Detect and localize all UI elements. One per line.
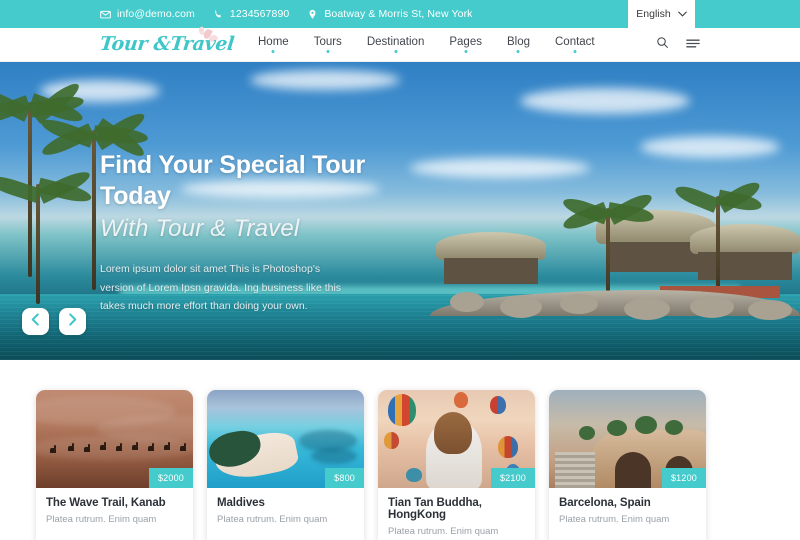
language-selector[interactable]: English (628, 0, 695, 28)
tour-card-image: $2000 (36, 390, 193, 488)
shore-rock (624, 298, 670, 320)
hero-content: Find Your Special Tour Today With Tour &… (100, 150, 430, 315)
tour-card-price: $800 (325, 468, 364, 488)
shore-rock (450, 292, 484, 312)
hamburger-menu-icon[interactable] (686, 36, 700, 54)
tour-card-title: Barcelona, Spain (559, 497, 651, 509)
tour-card-image: $2100 (378, 390, 535, 488)
map-pin-icon (307, 9, 318, 20)
nav-item-tours[interactable]: Tours (314, 36, 342, 53)
search-icon[interactable] (656, 36, 669, 54)
chevron-left-icon (30, 312, 41, 331)
main-navigation-bar: Tour &Travel Home Tours Destination Page… (0, 25, 800, 62)
cloud-shape (640, 136, 780, 158)
tour-card-body: Tian Tan Buddha, HongKong Platea rutrum.… (378, 488, 535, 540)
nav-item-pages[interactable]: Pages (449, 36, 482, 53)
nav-icon-group (656, 36, 700, 54)
tour-card[interactable]: $800 Maldives Platea rutrum. Enim quam (207, 390, 364, 540)
tour-card-title: Tian Tan Buddha, HongKong (388, 497, 482, 521)
site-logo[interactable]: Tour &Travel (99, 25, 235, 60)
tour-card-price: $1200 (661, 468, 706, 488)
tour-card-body: Barcelona, Spain Platea rutrum. Enim qua… (549, 488, 706, 537)
tour-card-body: Maldives Platea rutrum. Enim quam (207, 488, 364, 537)
hero-carousel-controls (22, 308, 86, 335)
shore-rock (560, 294, 598, 314)
topbar-phone-text: 1234567890 (229, 8, 290, 20)
tour-card-price: $2100 (490, 468, 535, 488)
nav-menu: Home Tours Destination Pages Blog Contac… (258, 36, 595, 53)
tour-card-title: The Wave Trail, Kanab (46, 497, 166, 509)
tour-cards-row: $2000 The Wave Trail, Kanab Platea rutru… (0, 390, 800, 540)
tour-card-description: Platea rutrum. Enim quam (217, 514, 328, 525)
tour-card-description: Platea rutrum. Enim quam (559, 514, 670, 525)
chevron-down-icon (677, 8, 687, 20)
shore-rock (500, 296, 542, 318)
tour-card[interactable]: $2000 The Wave Trail, Kanab Platea rutru… (36, 390, 193, 540)
topbar-address[interactable]: Boatway & Morris St, New York (307, 8, 472, 20)
cloud-shape (410, 158, 590, 178)
phone-icon (213, 9, 224, 20)
thatched-hut (436, 232, 546, 294)
carousel-next-button[interactable] (59, 308, 86, 335)
topbar-phone[interactable]: 1234567890 (213, 8, 289, 20)
tour-card[interactable]: $1200 Barcelona, Spain Platea rutrum. En… (549, 390, 706, 540)
envelope-icon (100, 9, 111, 20)
tour-card-description: Platea rutrum. Enim quam (46, 514, 157, 525)
tour-card-image: $800 (207, 390, 364, 488)
top-contact-group: info@demo.com 1234567890 Boatway & Morri… (100, 8, 473, 20)
cloud-shape (250, 70, 400, 90)
tour-card-title: Maldives (217, 497, 265, 509)
topbar-email[interactable]: info@demo.com (100, 8, 195, 20)
hero-subtitle: With Tour & Travel (100, 215, 300, 242)
site-logo-text: Tour &Travel (98, 32, 236, 55)
nav-item-contact[interactable]: Contact (555, 36, 595, 53)
tour-card-description: Platea rutrum. Enim quam (388, 526, 499, 537)
shore-rock (748, 300, 792, 320)
hero-description: Lorem ipsum dolor sit amet This is Photo… (100, 263, 342, 312)
nav-item-home[interactable]: Home (258, 36, 289, 53)
topbar-address-text: Boatway & Morris St, New York (324, 8, 473, 20)
hero-banner: Tijdsgevoel Find Your Special Tour Today… (0, 62, 800, 360)
nav-item-blog[interactable]: Blog (507, 36, 530, 53)
carousel-prev-button[interactable] (22, 308, 49, 335)
palm-tree (672, 168, 792, 300)
language-selector-label: English (636, 8, 671, 20)
hero-title: Find Your Special Tour Today (100, 151, 366, 210)
top-contact-bar: info@demo.com 1234567890 Boatway & Morri… (0, 0, 800, 28)
cloud-shape (520, 88, 690, 114)
tour-card-image: $1200 (549, 390, 706, 488)
tour-card-body: The Wave Trail, Kanab Platea rutrum. Eni… (36, 488, 193, 537)
tour-card-price: $2000 (148, 468, 193, 488)
tour-card[interactable]: $2100 Tian Tan Buddha, HongKong Platea r… (378, 390, 535, 540)
nav-item-destination[interactable]: Destination (367, 36, 425, 53)
featured-tours-section: $2000 The Wave Trail, Kanab Platea rutru… (0, 360, 800, 540)
palm-tree (560, 182, 680, 304)
chevron-right-icon (67, 312, 78, 331)
shore-rock (690, 296, 734, 318)
topbar-email-text: info@demo.com (117, 8, 195, 20)
